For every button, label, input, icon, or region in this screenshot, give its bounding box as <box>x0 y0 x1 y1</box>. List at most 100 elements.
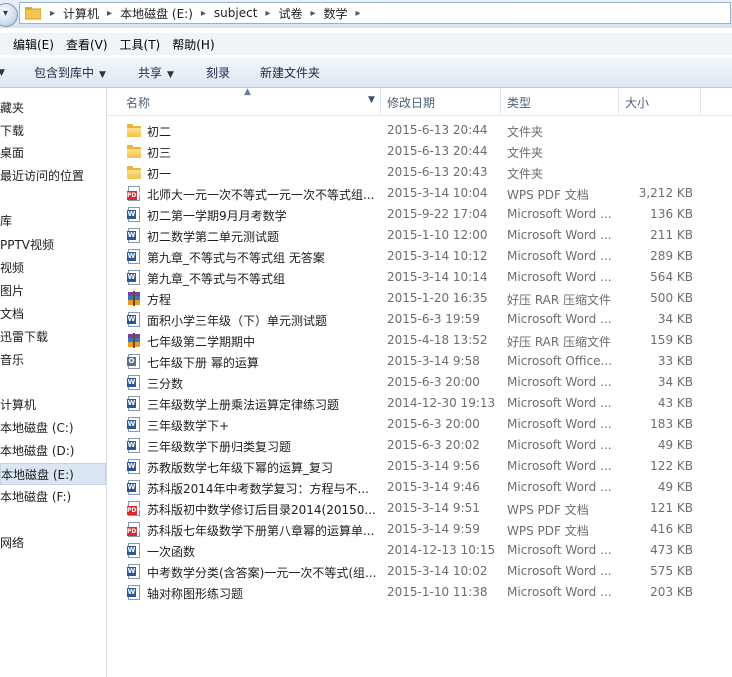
nav-pptv-video[interactable]: PPTV视频 <box>0 234 106 256</box>
breadcrumb-item[interactable]: 试卷 <box>278 5 302 22</box>
column-header-date[interactable]: 修改日期 <box>387 94 435 111</box>
file-row[interactable]: 初二 2015-6-13 20:44 文件夹 <box>108 120 732 141</box>
file-modified-date: 2015-3-14 10:12 <box>387 249 488 263</box>
file-row[interactable]: PDF 北师大一元一次不等式一元一次不等式组... 2015-3-14 10:04 W… <box>108 183 732 204</box>
nav-drive-c[interactable]: 本地磁盘 (C:) <box>0 417 106 439</box>
file-row[interactable]: O 七年级下册 幂的运算 2015-3-14 9:58 Microsoft Offic… <box>108 351 732 372</box>
breadcrumb-item[interactable]: 计算机 <box>63 5 99 22</box>
file-row[interactable]: W 初二数学第二单元测试题 2015-1-10 12:00 Microsoft Wor… <box>108 225 732 246</box>
file-row[interactable]: W 三年级数学下+ 2015-6-3 20:00 Microsoft Word ...… <box>108 414 732 435</box>
file-row[interactable]: W 一次函数 2014-12-13 10:15 Microsoft Word ... 4… <box>108 540 732 561</box>
file-row[interactable]: W 三年级数学下册归类复习题 2015-6-3 20:02 Microsoft Wor… <box>108 435 732 456</box>
file-modified-date: 2015-6-13 20:43 <box>387 165 488 179</box>
file-type: Microsoft Word ... <box>507 375 612 389</box>
breadcrumb-item[interactable]: 数学 <box>324 5 348 22</box>
include-in-library-button[interactable]: 包含到库中 ▼ <box>34 64 106 81</box>
nav-xunlei-downloads[interactable]: 迅雷下载 <box>0 326 106 348</box>
breadcrumb-item[interactable]: subject <box>214 6 258 20</box>
file-name: 初二第一学期9月月考数学 <box>147 209 287 223</box>
nav-music[interactable]: 音乐 <box>0 349 106 371</box>
file-type: WPS PDF 文档 <box>507 188 589 202</box>
organize-caret-icon[interactable]: ▼ <box>0 64 5 78</box>
file-row[interactable]: W 苏教版数学七年级下幂的运算_复习 2015-3-14 9:56 Microsoft… <box>108 456 732 477</box>
file-type: WPS PDF 文档 <box>507 524 589 538</box>
file-row[interactable]: W 面积小学三年级（下）单元测试题 2015-6-3 19:59 Microsoft … <box>108 309 732 330</box>
breadcrumb-separator-icon[interactable]: ▸ <box>265 8 270 19</box>
file-name: 北师大一元一次不等式一元一次不等式组... <box>147 188 375 202</box>
file-name: 第九章_不等式与不等式组 <box>147 272 286 286</box>
breadcrumb-separator-icon[interactable]: ▸ <box>356 8 361 19</box>
column-divider[interactable] <box>618 88 619 114</box>
file-name: 第九章_不等式与不等式组 无答案 <box>147 251 325 265</box>
column-divider[interactable] <box>500 88 501 114</box>
nav-drive-d[interactable]: 本地磁盘 (D:) <box>0 440 106 462</box>
nav-pictures[interactable]: 图片 <box>0 280 106 302</box>
column-filter-icon[interactable]: ▼ <box>368 95 375 105</box>
nav-desktop[interactable]: 桌面 <box>0 142 106 164</box>
file-row[interactable]: 七年级第二学期期中 2015-4-18 13:52 好压 RAR 压缩文件 159 K… <box>108 330 732 351</box>
file-name: 中考数学分类(含答案)一元一次不等式(组... <box>147 566 377 580</box>
file-type: Microsoft Word ... <box>507 585 612 599</box>
file-row[interactable]: W 中考数学分类(含答案)一元一次不等式(组... 2015-3-14 10:02 M… <box>108 561 732 582</box>
file-row[interactable]: 初一 2015-6-13 20:43 文件夹 <box>108 162 732 183</box>
nav-computer[interactable]: 计算机 <box>0 394 106 416</box>
file-type: Microsoft Word ... <box>507 312 612 326</box>
file-row[interactable]: W 第九章_不等式与不等式组 2015-3-14 10:14 Microsoft Wo… <box>108 267 732 288</box>
column-divider[interactable] <box>380 88 381 114</box>
nav-downloads[interactable]: 下载 <box>0 120 106 142</box>
file-row[interactable]: W 初二第一学期9月月考数学 2015-9-22 17:04 Microsoft Wo… <box>108 204 732 225</box>
menu-item[interactable]: 查看(V) <box>60 36 114 53</box>
nav-recent-places[interactable]: 最近访问的位置 <box>0 165 106 187</box>
rar-archive-icon <box>126 333 142 349</box>
nav-documents[interactable]: 文档 <box>0 303 106 325</box>
breadcrumb-separator-icon[interactable]: ▸ <box>201 8 206 19</box>
file-type: Microsoft Word ... <box>507 417 612 431</box>
menu-item[interactable]: 工具(T) <box>114 36 167 53</box>
file-row[interactable]: W 三分数 2015-6-3 20:00 Microsoft Word ... 34 K… <box>108 372 732 393</box>
breadcrumb-separator-icon[interactable]: ▸ <box>107 8 112 19</box>
breadcrumb-item[interactable]: 本地磁盘 (E:) <box>120 5 193 22</box>
nav-videos[interactable]: 视频 <box>0 257 106 279</box>
file-row[interactable]: W 第九章_不等式与不等式组 无答案 2015-3-14 10:12 Microsof… <box>108 246 732 267</box>
file-type: 好压 RAR 压缩文件 <box>507 293 612 307</box>
file-row[interactable]: W 轴对称图形练习题 2015-1-10 11:38 Microsoft Word .… <box>108 582 732 603</box>
nav-network[interactable]: 网络 <box>0 532 106 554</box>
pdf-file-icon: PDF <box>126 522 142 538</box>
share-button[interactable]: 共享 ▼ <box>138 64 174 81</box>
nav-drive-f[interactable]: 本地磁盘 (F:) <box>0 486 106 508</box>
file-size: 122 KB <box>650 459 693 473</box>
file-modified-date: 2015-1-10 12:00 <box>387 228 488 242</box>
column-header-size[interactable]: 大小 <box>625 94 649 111</box>
nav-drive-e[interactable]: 本地磁盘 (E:) <box>0 463 106 485</box>
file-modified-date: 2015-1-10 11:38 <box>387 585 488 599</box>
file-row[interactable]: W 苏科版2014年中考数学复习：方程与不... 2015-3-14 9:46 Mic… <box>108 477 732 498</box>
file-row[interactable]: 初三 2015-6-13 20:44 文件夹 <box>108 141 732 162</box>
address-bar: ▾ ▸ 计算机 ▸ 本地磁盘 (E:) ▸ subject ▸ 试卷 ▸ 数学 ▸ <box>0 0 732 28</box>
column-header-type[interactable]: 类型 <box>507 94 531 111</box>
file-modified-date: 2015-6-13 20:44 <box>387 123 488 137</box>
file-row[interactable]: PDF 苏科版初中数学修订后目录2014(20150... 2015-3-14 9:… <box>108 498 732 519</box>
file-name: 三年级数学上册乘法运算定律练习题 <box>147 398 340 412</box>
file-modified-date: 2015-1-20 16:35 <box>387 291 488 305</box>
column-header-name[interactable]: 名称 <box>126 94 150 111</box>
file-row[interactable]: 方程 2015-1-20 16:35 好压 RAR 压缩文件 500 KB <box>108 288 732 309</box>
nav-libraries[interactable]: 库 <box>0 210 106 232</box>
file-modified-date: 2015-3-14 9:51 <box>387 501 480 515</box>
file-size: 121 KB <box>650 501 693 515</box>
file-row[interactable]: PDF 苏科版七年级数学下册第八章幂的运算单... 2015-3-14 9:59 WP… <box>108 519 732 540</box>
menu-item[interactable]: 编辑(E) <box>7 36 60 53</box>
burn-button[interactable]: 刻录 <box>206 64 230 81</box>
file-name: 苏科版2014年中考数学复习：方程与不... <box>147 482 369 496</box>
menu-item[interactable]: 帮助(H) <box>166 36 220 53</box>
nav-history-button[interactable]: ▾ <box>0 3 18 27</box>
file-row[interactable]: W 三年级数学上册乘法运算定律练习题 2014-12-30 19:13 Microso… <box>108 393 732 414</box>
file-modified-date: 2014-12-30 19:13 <box>387 396 496 410</box>
new-folder-button[interactable]: 新建文件夹 <box>260 64 320 81</box>
breadcrumb: ▸ 计算机 ▸ 本地磁盘 (E:) ▸ subject ▸ 试卷 ▸ 数学 ▸ <box>42 3 369 23</box>
breadcrumb-separator-icon[interactable]: ▸ <box>310 8 315 19</box>
breadcrumb-separator-icon[interactable]: ▸ <box>50 8 55 19</box>
address-field[interactable]: ▸ 计算机 ▸ 本地磁盘 (E:) ▸ subject ▸ 试卷 ▸ 数学 ▸ <box>19 2 731 24</box>
nav-favorites[interactable]: 藏夹 <box>0 97 106 119</box>
file-size: 34 KB <box>657 312 693 326</box>
column-divider[interactable] <box>700 88 701 114</box>
